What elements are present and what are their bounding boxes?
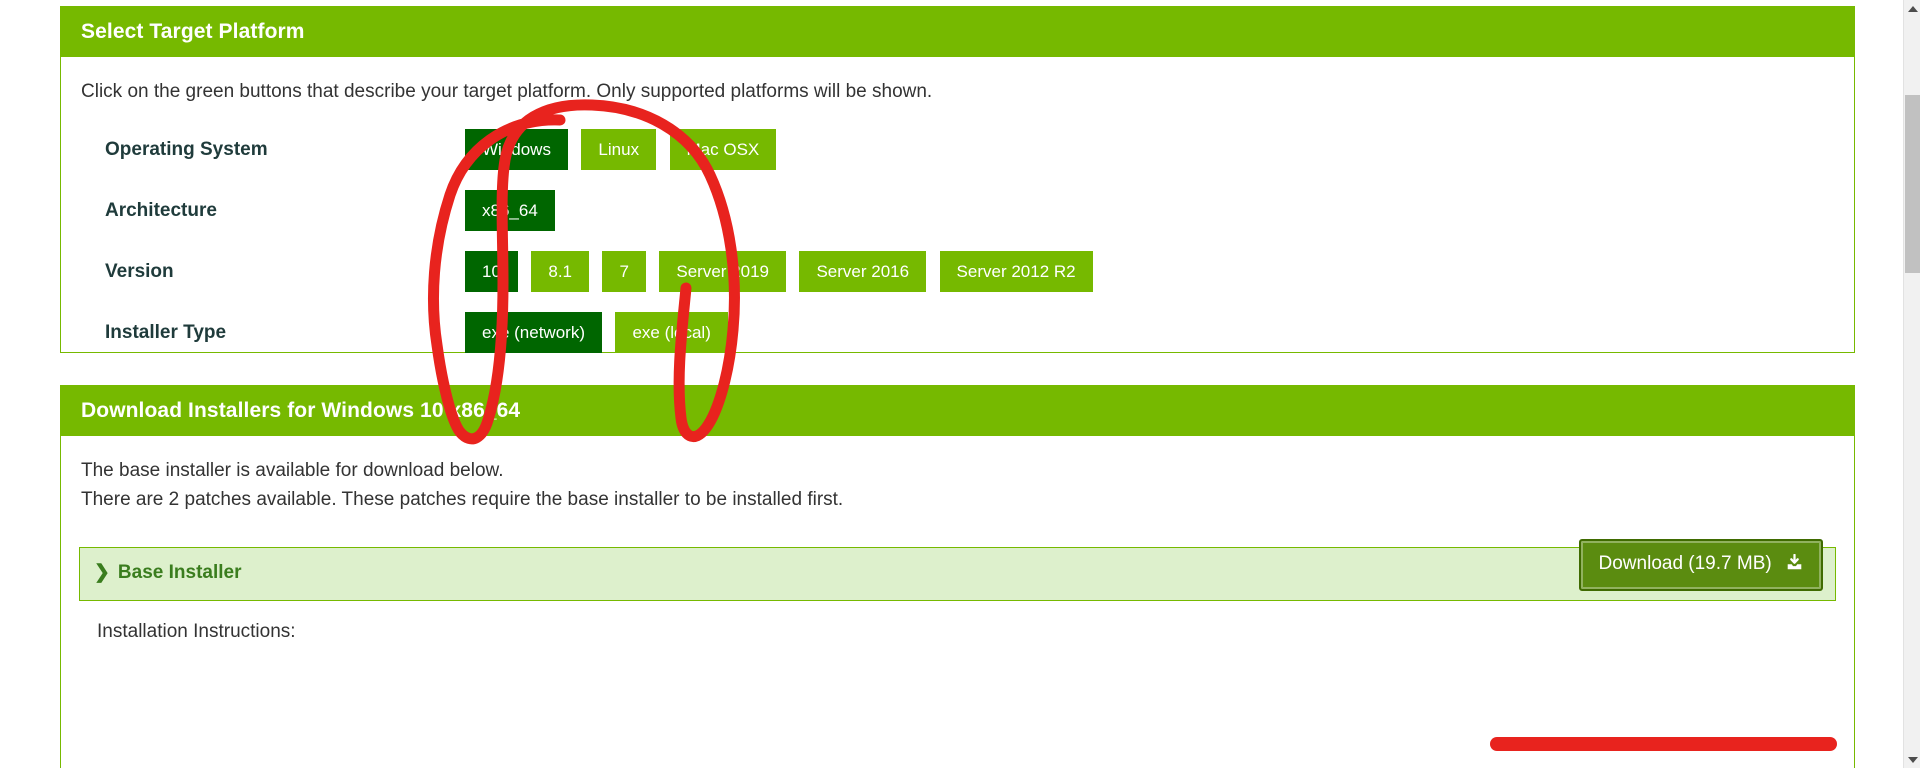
option-button-exe-network[interactable]: exe (network) [465,312,602,353]
platform-options-table: Operating System Windows Linux Mac OSX A… [61,119,1854,363]
base-installer-title-group: ❯ Base Installer [94,561,242,584]
option-button-version-10[interactable]: 10 [465,251,518,292]
download-panel-header: Download Installers for Windows 10 x86_6… [61,386,1854,436]
option-row-label-architecture: Architecture [105,199,217,221]
option-button-linux[interactable]: Linux [581,129,657,170]
base-installer-download-button[interactable]: Download (19.7 MB) [1578,538,1823,591]
option-button-server-2019[interactable]: Server 2019 [659,251,787,292]
scrollbar-thumb[interactable] [1905,95,1920,273]
option-row-label-version: Version [105,260,174,282]
option-button-exe-local[interactable]: exe (local) [615,312,728,353]
option-buttons-architecture: x86_64 [465,180,1854,241]
scroll-down-arrow-icon[interactable] [1904,751,1920,768]
option-button-windows[interactable]: Windows [465,129,568,170]
base-installer-label: Base Installer [117,561,242,583]
option-button-server-2016[interactable]: Server 2016 [799,251,927,292]
installation-instructions-label: Installation Instructions: [97,620,296,642]
page-root: Select Target Platform Click on the gree… [0,0,1920,768]
download-installers-panel: Download Installers for Windows 10 x86_6… [60,385,1855,768]
base-installer-row[interactable]: ❯ Base Installer Download (19.7 MB) [79,538,1836,601]
download-panel-body: The base installer is available for down… [61,436,1854,643]
select-target-platform-panel: Select Target Platform Click on the gree… [60,6,1855,353]
option-row-label-operating-system: Operating System [105,138,268,160]
option-row-label-installer-type: Installer Type [105,321,227,343]
option-button-version-8-1[interactable]: 8.1 [531,251,590,292]
option-button-server-2012-r2[interactable]: Server 2012 R2 [939,251,1093,292]
platform-intro-text: Click on the green buttons that describe… [81,81,933,102]
download-tray-icon [1786,553,1803,576]
option-row-version: Version 10 8.1 7 Server 2019 Server 2016… [61,241,1854,302]
vertical-scrollbar[interactable] [1903,0,1920,768]
platform-panel-header: Select Target Platform [61,7,1854,57]
option-row-installer-type: Installer Type exe (network) exe (local) [61,302,1854,363]
option-buttons-operating-system: Windows Linux Mac OSX [465,119,1854,180]
download-description-line-2: There are 2 patches available. These pat… [81,489,844,511]
option-button-x86-64[interactable]: x86_64 [465,190,555,231]
download-button-label: Download (19.7 MB) [1598,552,1772,574]
chevron-right-icon: ❯ [94,561,110,583]
option-buttons-version: 10 8.1 7 Server 2019 Server 2016 Server … [465,241,1854,302]
option-row-architecture: Architecture x86_64 [61,180,1854,241]
option-row-operating-system: Operating System Windows Linux Mac OSX [61,119,1854,180]
option-button-mac-osx[interactable]: Mac OSX [669,129,777,170]
platform-panel-body: Click on the green buttons that describe… [61,57,1854,363]
download-description: The base installer is available for down… [61,436,1854,525]
option-button-version-7[interactable]: 7 [602,251,646,292]
scroll-up-arrow-icon[interactable] [1904,0,1920,17]
option-buttons-installer-type: exe (network) exe (local) [465,302,1854,363]
download-description-line-1: The base installer is available for down… [81,460,504,481]
